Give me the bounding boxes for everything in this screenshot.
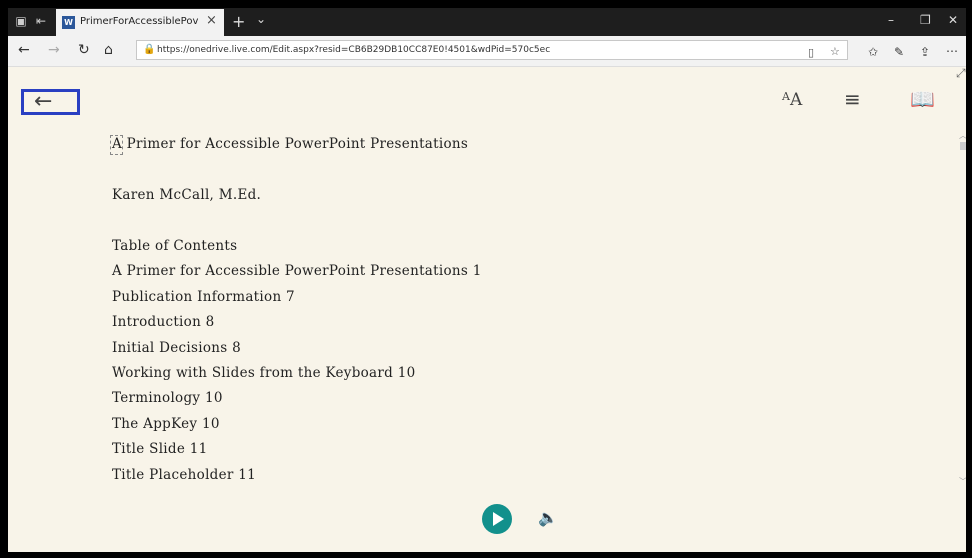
toc-item: Title Slide 11	[112, 441, 208, 457]
reader-back-button[interactable]: ←	[21, 89, 80, 115]
share-icon[interactable]: ⇪	[920, 45, 930, 59]
tab-actions-icon[interactable]: ▣	[14, 14, 28, 28]
favorites-hub-icon[interactable]: ✩	[868, 45, 878, 59]
grammar-tools-icon[interactable]: ≡	[844, 87, 861, 111]
toc-item: Introduction 8	[112, 314, 215, 330]
scroll-up-icon[interactable]: ︿	[959, 130, 966, 141]
toc-item: Terminology 10	[112, 390, 223, 406]
voice-settings-icon[interactable]: 🔈	[538, 508, 558, 527]
play-read-aloud-button[interactable]	[482, 504, 512, 534]
back-arrow-icon: ←	[34, 89, 53, 114]
navigation-bar: ← → ↻ ⌂ 🔒 https://onedrive.live.com/Edit…	[8, 36, 966, 67]
url-text: https://onedrive.live.com/Edit.aspx?resi…	[157, 45, 551, 55]
set-aside-tabs-icon[interactable]: ⇤	[34, 14, 48, 28]
restore-icon[interactable]: ❐	[920, 13, 931, 27]
toc-item: Working with Slides from the Keyboard 10	[112, 365, 416, 381]
toc-item: Initial Decisions 8	[112, 340, 242, 356]
title-bar: ▣ ⇤ W PrimerForAccessiblePov × + ⌄ – ❐ ✕	[8, 8, 966, 36]
minimize-icon[interactable]: –	[888, 13, 894, 27]
scrollbar[interactable]: ︿ ﹀	[958, 130, 966, 486]
favorite-star-icon[interactable]: ☆	[830, 45, 840, 58]
reading-preferences-icon[interactable]: 📖	[910, 87, 935, 111]
toc-item: Publication Information 7	[112, 289, 295, 305]
forward-icon[interactable]: →	[48, 42, 60, 58]
toc-item: A Primer for Accessible PowerPoint Prese…	[112, 263, 482, 279]
back-icon[interactable]: ←	[18, 42, 30, 58]
reading-view-icon[interactable]: ▯	[808, 46, 814, 59]
lock-icon: 🔒	[143, 44, 156, 55]
more-icon[interactable]: ⋯	[946, 44, 958, 58]
new-tab-icon[interactable]: +	[232, 12, 245, 31]
home-icon[interactable]: ⌂	[104, 42, 113, 58]
toc-item: The AppKey 10	[112, 416, 220, 432]
reading-cursor	[110, 135, 123, 155]
word-icon: W	[62, 16, 75, 29]
toc-item: Title Placeholder 11	[112, 467, 257, 483]
browser-window: ▣ ⇤ W PrimerForAccessiblePov × + ⌄ – ❐ ✕…	[8, 8, 966, 552]
address-bar[interactable]: 🔒 https://onedrive.live.com/Edit.aspx?re…	[136, 40, 848, 60]
scroll-down-icon[interactable]: ﹀	[959, 476, 966, 487]
close-window-icon[interactable]: ✕	[948, 13, 958, 27]
refresh-icon[interactable]: ↻	[78, 42, 90, 58]
doc-title: A Primer for Accessible PowerPoint Prese…	[110, 135, 468, 155]
tab-list-icon[interactable]: ⌄	[256, 12, 266, 26]
doc-author: Karen McCall, M.Ed.	[112, 187, 262, 203]
tab-title: PrimerForAccessiblePov	[80, 16, 199, 27]
toc-heading: Table of Contents	[112, 238, 238, 254]
tab-active[interactable]: W PrimerForAccessiblePov ×	[56, 9, 224, 36]
exit-fullscreen-icon[interactable]: ⤢	[956, 66, 966, 81]
text-preferences-icon[interactable]: AA	[782, 90, 802, 110]
pen-icon[interactable]: ✎	[894, 45, 904, 59]
close-tab-icon[interactable]: ×	[206, 13, 217, 28]
scroll-thumb[interactable]	[960, 142, 966, 150]
